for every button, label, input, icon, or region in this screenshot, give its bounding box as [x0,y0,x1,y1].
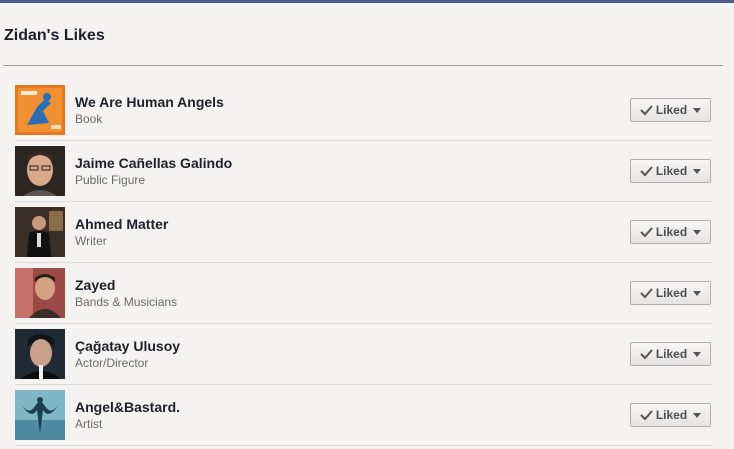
like-category: Book [75,112,103,126]
likes-list: We Are Human Angels Book Liked Jaime Cañ… [15,80,712,446]
check-icon [640,105,653,116]
like-name[interactable]: We Are Human Angels [75,94,224,110]
liked-label: Liked [655,103,688,117]
liked-button[interactable]: Liked [630,342,711,366]
liked-button[interactable]: Liked [630,159,711,183]
check-icon [640,410,653,421]
liked-button[interactable]: Liked [630,98,711,122]
like-name[interactable]: Zayed [75,277,115,293]
liked-label: Liked [655,408,688,422]
thumbnail-angel-and-bastard[interactable] [15,390,65,440]
check-icon [640,349,653,360]
list-item: Çağatay Ulusoy Actor/Director Liked [15,324,712,385]
check-icon [640,166,653,177]
page-title: Zidan's Likes [4,27,105,44]
thumbnail-cagatay-ulusoy[interactable] [15,329,65,379]
check-icon [640,288,653,299]
like-name[interactable]: Angel&Bastard. [75,399,180,415]
liked-button[interactable]: Liked [630,403,711,427]
list-item: Angel&Bastard. Artist Liked [15,385,712,446]
like-name[interactable]: Ahmed Matter [75,216,168,232]
chevron-down-icon [693,168,702,174]
liked-button[interactable]: Liked [630,281,711,305]
thumbnail-ahmed-matter[interactable] [15,207,65,257]
thumbnail-zayed[interactable] [15,268,65,318]
liked-label: Liked [655,347,688,361]
chevron-down-icon [693,412,702,418]
chevron-down-icon [693,290,702,296]
list-item: Ahmed Matter Writer Liked [15,202,712,263]
liked-button[interactable]: Liked [630,220,711,244]
like-category: Artist [75,417,103,431]
like-name[interactable]: Çağatay Ulusoy [75,338,180,354]
list-item: Zayed Bands & Musicians Liked [15,263,712,324]
liked-label: Liked [655,286,688,300]
thumbnail-we-are-human-angels[interactable] [15,85,65,135]
like-category: Bands & Musicians [75,295,178,309]
divider [3,65,723,66]
like-category: Writer [75,234,107,248]
liked-label: Liked [655,225,688,239]
thumbnail-jaime-canellas-galindo[interactable] [15,146,65,196]
liked-label: Liked [655,164,688,178]
list-item: We Are Human Angels Book Liked [15,80,712,141]
like-name[interactable]: Jaime Cañellas Galindo [75,155,232,171]
chevron-down-icon [693,351,702,357]
like-category: Actor/Director [75,356,149,370]
like-category: Public Figure [75,173,146,187]
check-icon [640,227,653,238]
top-bar [0,0,734,3]
chevron-down-icon [693,229,702,235]
list-item: Jaime Cañellas Galindo Public Figure Lik… [15,141,712,202]
chevron-down-icon [693,107,702,113]
